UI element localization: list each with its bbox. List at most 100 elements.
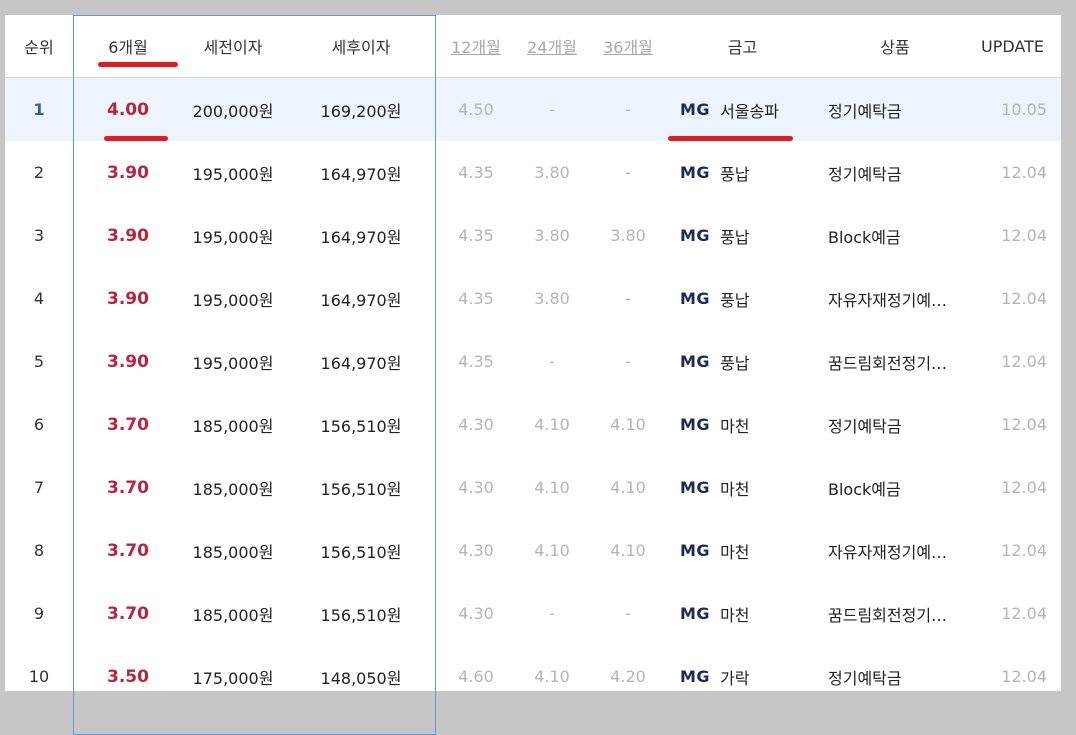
product-name: Block예금	[828, 479, 901, 499]
post-tax-interest-cell: 156,510원	[320, 479, 402, 499]
rate-12-month-cell: 4.30	[458, 541, 494, 560]
product-cell[interactable]: 자유자재정기예…	[820, 267, 970, 330]
bank-cell[interactable]: MG 서울송파	[670, 78, 815, 141]
table-row[interactable]: 9 3.70 185,000원 156,510원 4.30 - - MG 마천 꿈드림회전정기… 1…	[5, 582, 1061, 645]
product-cell[interactable]: 정기예탁금	[820, 645, 970, 691]
rate-12-month-cell: 4.35	[458, 289, 494, 308]
rate-6-month-cell: 3.90	[107, 288, 149, 309]
header-pre-tax-interest[interactable]: 세전이자	[181, 15, 285, 77]
rate-12-month-cell: 4.60	[458, 667, 494, 686]
rate-6-month-cell: 4.00	[107, 99, 149, 120]
header-12-month-link[interactable]: 12개월	[443, 15, 509, 77]
rate-6-month-cell: 3.90	[107, 225, 149, 246]
header-post-tax-interest[interactable]: 세후이자	[301, 15, 421, 77]
update-date-cell: 12.04	[1001, 478, 1047, 497]
table-row[interactable]: 4 3.90 195,000원 164,970원 4.35 3.80 - MG 풍납 자유자재정기…	[5, 267, 1061, 330]
table-row[interactable]: 1 4.00 200,000원 169,200원 4.50 - - MG 서울송파 정기예탁금 10…	[5, 78, 1061, 141]
bank-name: 가락	[720, 668, 750, 688]
rate-36-month-cell: 4.10	[610, 478, 646, 497]
rate-24-month-cell: 3.80	[534, 163, 570, 182]
rate-36-month-cell: 4.20	[610, 667, 646, 686]
bank-name: 풍납	[720, 290, 750, 310]
bank-cell[interactable]: MG 마천	[670, 582, 815, 645]
rank-cell: 2	[33, 163, 45, 182]
rate-12-month-cell: 4.35	[458, 163, 494, 182]
bank-cell[interactable]: MG 풍납	[670, 330, 815, 393]
table-row[interactable]: 3 3.90 195,000원 164,970원 4.35 3.80 3.80 MG 풍납 Blo…	[5, 204, 1061, 267]
rate-36-month-cell: -	[625, 352, 631, 371]
product-name: 꿈드림회전정기…	[828, 353, 948, 373]
product-cell[interactable]: Block예금	[820, 456, 970, 519]
mg-logo-icon: MG	[680, 667, 711, 686]
header-6-month[interactable]: 6개월	[75, 15, 181, 77]
product-cell[interactable]: 정기예탁금	[820, 393, 970, 456]
header-24-month-link[interactable]: 24개월	[519, 15, 585, 77]
product-cell[interactable]: 꿈드림회전정기…	[820, 582, 970, 645]
rate-24-month-cell: 3.80	[534, 289, 570, 308]
header-update[interactable]: UPDATE	[970, 15, 1055, 77]
update-date-cell: 12.04	[1001, 667, 1047, 686]
header-product[interactable]: 상품	[820, 15, 970, 77]
product-name: 정기예탁금	[828, 668, 902, 688]
table-row[interactable]: 8 3.70 185,000원 156,510원 4.30 4.10 4.10 MG 마천 자유자…	[5, 519, 1061, 582]
bank-cell[interactable]: MG 마천	[670, 456, 815, 519]
table-row[interactable]: 7 3.70 185,000원 156,510원 4.30 4.10 4.10 MG 마천 Blo…	[5, 456, 1061, 519]
header-rank[interactable]: 순위	[10, 15, 68, 77]
bank-name: 서울송파	[720, 101, 779, 121]
product-name: 정기예탁금	[828, 164, 902, 184]
bank-cell[interactable]: MG 풍납	[670, 204, 815, 267]
pre-tax-interest-cell: 185,000원	[192, 542, 274, 562]
rank-cell: 6	[33, 415, 45, 434]
rate-6-month-cell: 3.70	[107, 603, 149, 624]
rate-12-month-cell: 4.35	[458, 226, 494, 245]
product-cell[interactable]: 자유자재정기예…	[820, 519, 970, 582]
table-row[interactable]: 10 3.50 175,000원 148,050원 4.60 4.10 4.20 MG 가락 정기…	[5, 645, 1061, 691]
rate-12-month-cell: 4.30	[458, 604, 494, 623]
table-row[interactable]: 5 3.90 195,000원 164,970원 4.35 - - MG 풍납 꿈드림회전정기… 1…	[5, 330, 1061, 393]
rate-6-month-cell: 3.70	[107, 477, 149, 498]
rate-12-month-cell: 4.35	[458, 352, 494, 371]
rate-36-month-cell: -	[625, 100, 631, 119]
header-bank[interactable]: 금고	[670, 15, 815, 77]
product-name: 정기예탁금	[828, 101, 902, 121]
mg-logo-icon: MG	[680, 163, 711, 182]
bank-cell[interactable]: MG 마천	[670, 393, 815, 456]
update-date-cell: 12.04	[1001, 604, 1047, 623]
pre-tax-interest-cell: 185,000원	[192, 479, 274, 499]
table-row[interactable]: 2 3.90 195,000원 164,970원 4.35 3.80 - MG 풍납 정기예탁금 1…	[5, 141, 1061, 204]
post-tax-interest-cell: 164,970원	[320, 227, 402, 247]
rate-36-month-cell: 3.80	[610, 226, 646, 245]
bank-cell[interactable]: MG 풍납	[670, 141, 815, 204]
pre-tax-interest-cell: 175,000원	[192, 668, 274, 688]
bank-cell[interactable]: MG 풍납	[670, 267, 815, 330]
bank-name: 마천	[720, 416, 750, 436]
rate-12-month-cell: 4.30	[458, 478, 494, 497]
rate-36-month-cell: 4.10	[610, 415, 646, 434]
product-cell[interactable]: 꿈드림회전정기…	[820, 330, 970, 393]
table-row[interactable]: 6 3.70 185,000원 156,510원 4.30 4.10 4.10 MG 마천 정기예…	[5, 393, 1061, 456]
product-cell[interactable]: Block예금	[820, 204, 970, 267]
post-tax-interest-cell: 156,510원	[320, 542, 402, 562]
update-date-cell: 12.04	[1001, 163, 1047, 182]
bank-cell[interactable]: MG 마천	[670, 519, 815, 582]
product-name: 자유자재정기예…	[828, 290, 948, 310]
product-cell[interactable]: 정기예탁금	[820, 78, 970, 141]
pre-tax-interest-cell: 195,000원	[192, 164, 274, 184]
pre-tax-interest-cell: 185,000원	[192, 605, 274, 625]
update-date-cell: 12.04	[1001, 415, 1047, 434]
update-date-cell: 12.04	[1001, 541, 1047, 560]
post-tax-interest-cell: 156,510원	[320, 416, 402, 436]
post-tax-interest-cell: 164,970원	[320, 164, 402, 184]
product-cell[interactable]: 정기예탁금	[820, 141, 970, 204]
update-date-cell: 12.04	[1001, 352, 1047, 371]
rate-12-month-cell: 4.50	[458, 100, 494, 119]
header-36-month-link[interactable]: 36개월	[595, 15, 661, 77]
bank-name: 풍납	[720, 353, 750, 373]
mg-logo-icon: MG	[680, 352, 711, 371]
rank-cell: 10	[28, 667, 50, 686]
rank-cell: 3	[33, 226, 45, 245]
post-tax-interest-cell: 156,510원	[320, 605, 402, 625]
update-date-cell: 12.04	[1001, 226, 1047, 245]
rate-6-month-cell: 3.90	[107, 351, 149, 372]
bank-cell[interactable]: MG 가락	[670, 645, 815, 691]
